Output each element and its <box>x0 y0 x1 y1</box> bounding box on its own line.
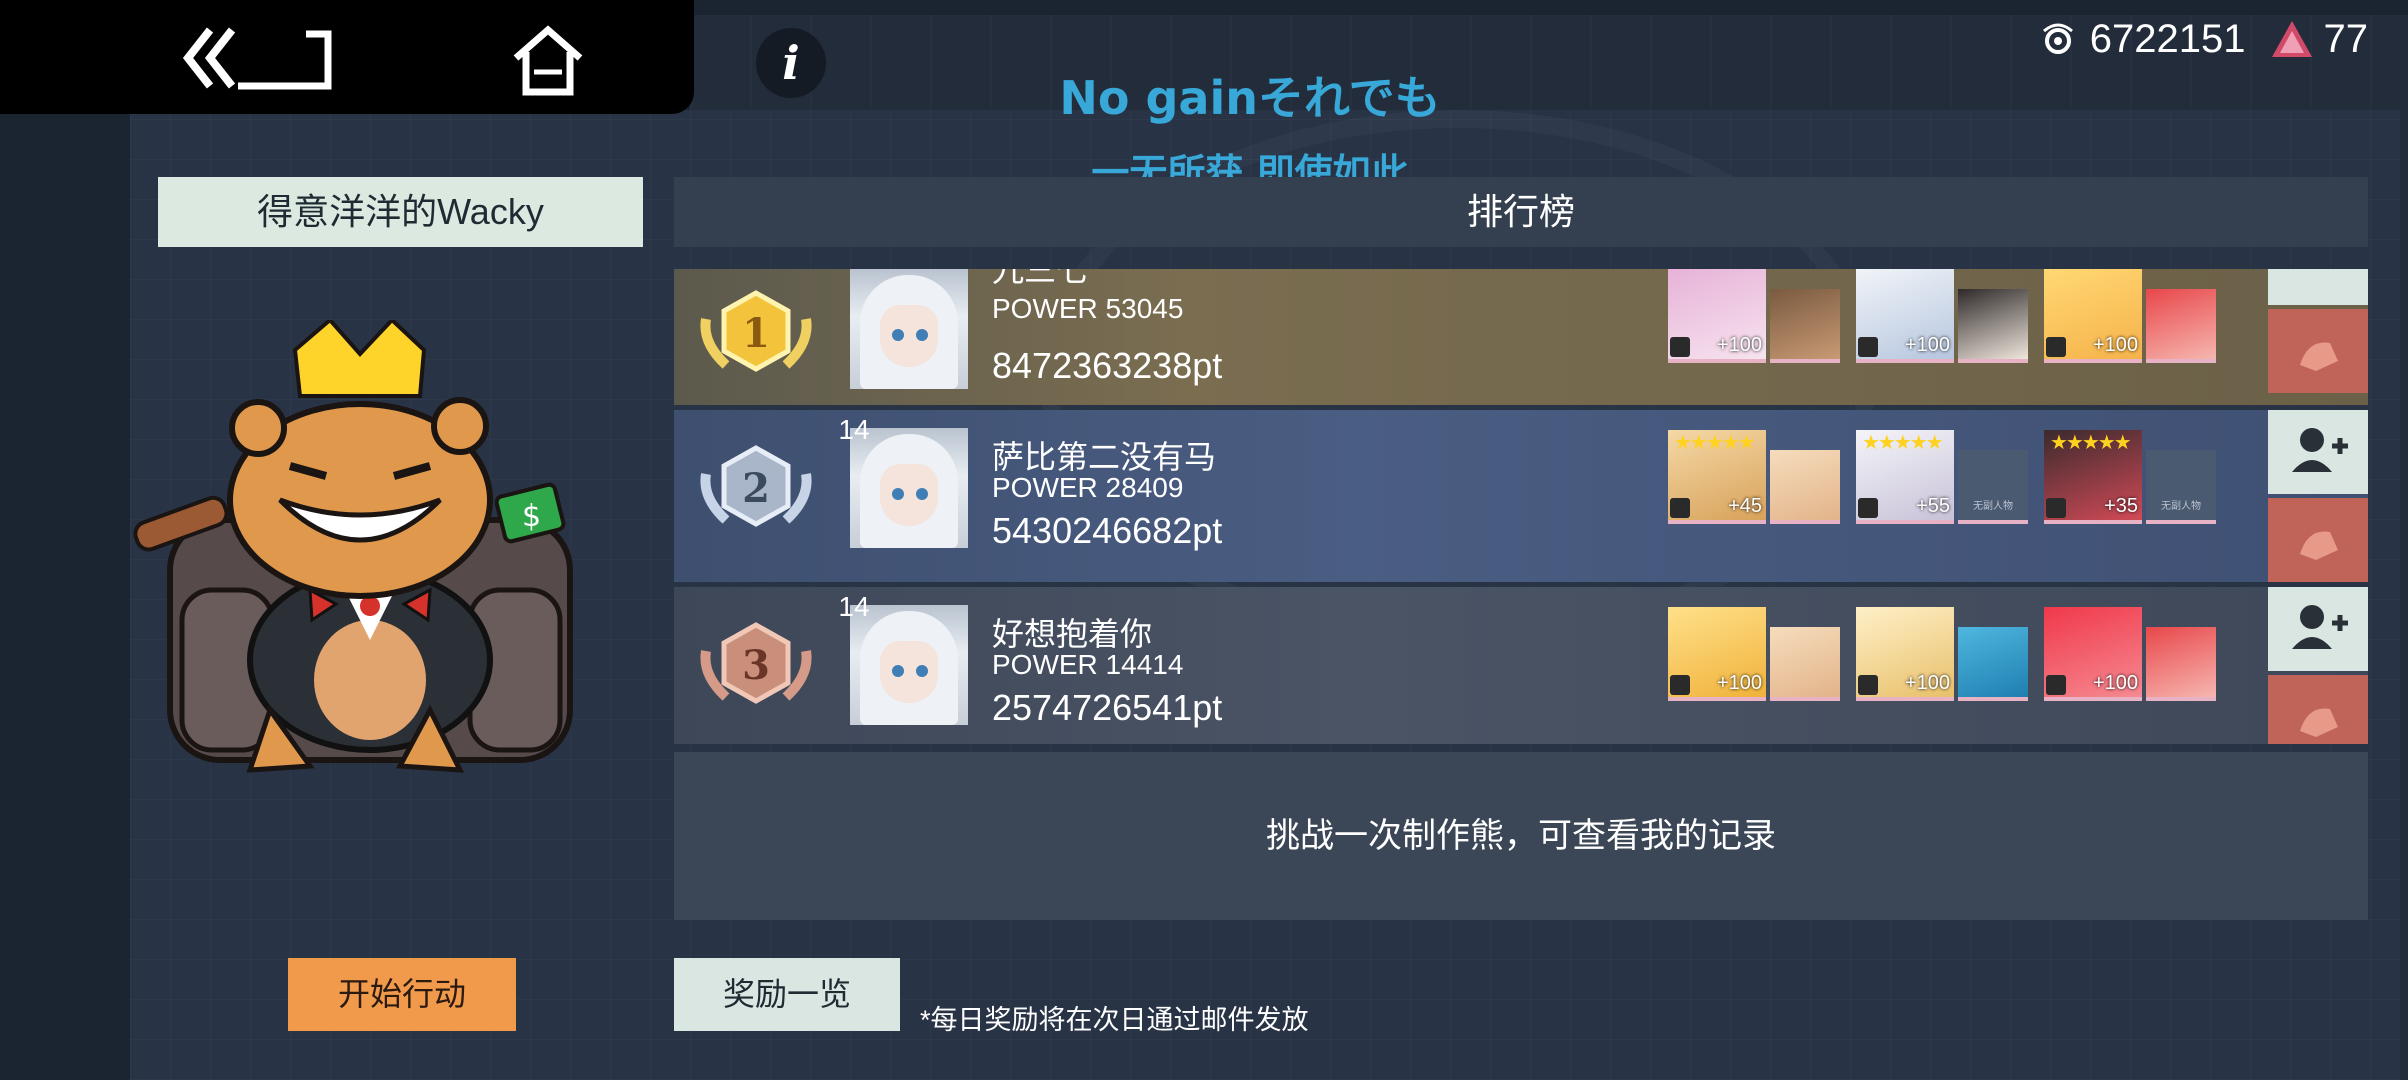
back-button[interactable] <box>180 20 340 100</box>
rarity-stars: ★★★★★ <box>2050 432 2132 454</box>
support-character-card[interactable] <box>2146 289 2216 363</box>
report-button[interactable] <box>2268 675 2368 744</box>
player-title: 得意洋洋的Wacky <box>158 177 643 247</box>
rarity-stars: ★★★★★ <box>1862 432 1944 454</box>
character-bonus: +100 <box>1716 672 1762 694</box>
character-card[interactable]: ★★★★★ +45 <box>1668 430 1766 524</box>
support-character-card[interactable] <box>2146 627 2216 701</box>
add-friend-button[interactable] <box>2268 587 2368 671</box>
report-button[interactable] <box>2268 498 2368 582</box>
gold-medal-icon: 1 <box>700 290 812 372</box>
character-card[interactable]: +100 <box>1668 607 1766 701</box>
spiral-element-icon <box>2046 498 2066 518</box>
currency-bar: 6722151 77 <box>2036 16 2368 62</box>
empty-slot-label: 无副人物 <box>2161 501 2201 512</box>
lightning-element-icon <box>1858 675 1878 695</box>
empty-slot-label: 无副人物 <box>1973 501 2013 512</box>
player-points: 5430246682pt <box>992 510 1223 551</box>
player-power: POWER 53045 <box>992 293 1184 324</box>
support-character-card[interactable] <box>1958 289 2028 363</box>
player-name: 九三七 <box>992 269 1089 288</box>
player-level: 14 <box>838 414 870 445</box>
support-character-card[interactable] <box>1958 627 2028 701</box>
leaderboard-title: 排行榜 <box>674 177 2368 247</box>
player-level: 14 <box>838 591 870 622</box>
character-card[interactable]: +100 <box>2044 269 2142 363</box>
team-lineup: ★★★★★ +45 ★★★★★ +55 无副人物 ★★★★★ +35 无副人物 <box>1668 430 2216 524</box>
add-user-icon <box>2292 605 2348 649</box>
character-bonus: +55 <box>1916 495 1950 517</box>
character-bonus: +100 <box>1716 334 1762 356</box>
hand-icon <box>2300 342 2338 371</box>
hand-icon <box>2300 708 2338 737</box>
leaderboard-row: 3 14 好想抱着你 POWER 14414 2574726541pt +100… <box>674 587 2368 744</box>
info-icon: i <box>782 36 800 90</box>
character-bonus: +100 <box>1904 334 1950 356</box>
add-friend-button[interactable] <box>2268 410 2368 494</box>
back-arrow-icon <box>182 27 332 90</box>
leaf-element-icon <box>1670 498 1690 518</box>
team-lineup: +100 +100 +100 <box>1668 607 2216 701</box>
bear-mascot-illustration: $ <box>133 320 573 773</box>
character-bonus: +35 <box>2104 495 2138 517</box>
player-points: 2574726541pt <box>992 687 1223 728</box>
character-card[interactable]: +100 <box>1668 269 1766 363</box>
triangle-crystal-icon <box>2271 21 2312 57</box>
report-button[interactable] <box>2268 309 2368 393</box>
player-avatar[interactable] <box>850 605 968 725</box>
rank-number: 1 <box>742 310 770 357</box>
player-power: POWER 28409 <box>992 472 1184 503</box>
player-avatar[interactable] <box>850 428 968 548</box>
reward-mail-note: *每日奖励将在次日通过邮件发放 <box>920 1005 1309 1035</box>
character-card[interactable]: +100 <box>1856 607 1954 701</box>
empty-support-slot[interactable]: 无副人物 <box>1958 450 2028 524</box>
gem-icon <box>2042 23 2073 54</box>
character-bonus: +45 <box>1728 495 1762 517</box>
character-bonus: +100 <box>1904 672 1950 694</box>
character-bonus: +100 <box>2092 334 2138 356</box>
empty-support-slot[interactable]: 无副人物 <box>2146 450 2216 524</box>
fire-element-icon <box>2046 675 2066 695</box>
top-nav-bar <box>0 0 694 114</box>
player-points: 8472363238pt <box>992 345 1223 386</box>
start-action-button[interactable]: 开始行动 <box>288 958 516 1031</box>
leaderboard-row: 1 32 九三七 POWER 53045 8472363238pt +100 +… <box>674 269 2368 405</box>
song-title-jp: No gainそれでも <box>1059 71 1441 125</box>
rewards-list-button[interactable]: 奖励一览 <box>674 958 900 1031</box>
support-character-card[interactable] <box>1770 627 1840 701</box>
support-character-card[interactable] <box>1770 289 1840 363</box>
bronze-medal-icon: 3 <box>700 622 812 704</box>
rank-number: 2 <box>742 465 770 512</box>
fire-element-icon <box>2046 337 2066 357</box>
character-bonus: +100 <box>2092 672 2138 694</box>
character-card[interactable]: ★★★★★ +35 <box>2044 430 2142 524</box>
hand-icon <box>2300 531 2338 560</box>
crystal-count: 77 <box>2323 16 2369 61</box>
home-icon <box>513 25 583 96</box>
gem-count: 6722151 <box>2089 16 2246 61</box>
rarity-stars: ★★★★★ <box>1674 432 1756 454</box>
water-element-icon <box>1858 498 1878 518</box>
rank-number: 3 <box>742 642 770 689</box>
character-card[interactable]: ★★★★★ +55 <box>1856 430 1954 524</box>
add-user-icon <box>2292 428 2348 472</box>
leaderboard-list[interactable]: 1 3 2 九三七 POWER 53045 8472363238pt +100 +… <box>674 269 2368 744</box>
team-lineup: +100 +100 +100 <box>1668 269 2216 363</box>
home-button[interactable] <box>510 22 586 98</box>
support-character-card[interactable] <box>1770 450 1840 524</box>
character-card[interactable]: +100 <box>1856 269 1954 363</box>
svg-text:$: $ <box>522 499 541 534</box>
info-button[interactable]: i <box>756 28 826 98</box>
fire-element-icon <box>1670 675 1690 695</box>
player-power: POWER 14414 <box>992 649 1184 680</box>
lightning-element-icon <box>1670 337 1690 357</box>
leaf-element-icon <box>1858 337 1878 357</box>
my-record-message: 挑战一次制作熊，可查看我的记录 <box>674 752 2368 920</box>
player-avatar[interactable] <box>850 269 968 389</box>
add-friend-button[interactable] <box>2268 269 2368 305</box>
character-card[interactable]: +100 <box>2044 607 2142 701</box>
leaderboard-row: 2 14 萨比第二没有马 POWER 28409 5430246682pt ★★… <box>674 410 2368 582</box>
silver-medal-icon: 2 <box>700 445 812 527</box>
